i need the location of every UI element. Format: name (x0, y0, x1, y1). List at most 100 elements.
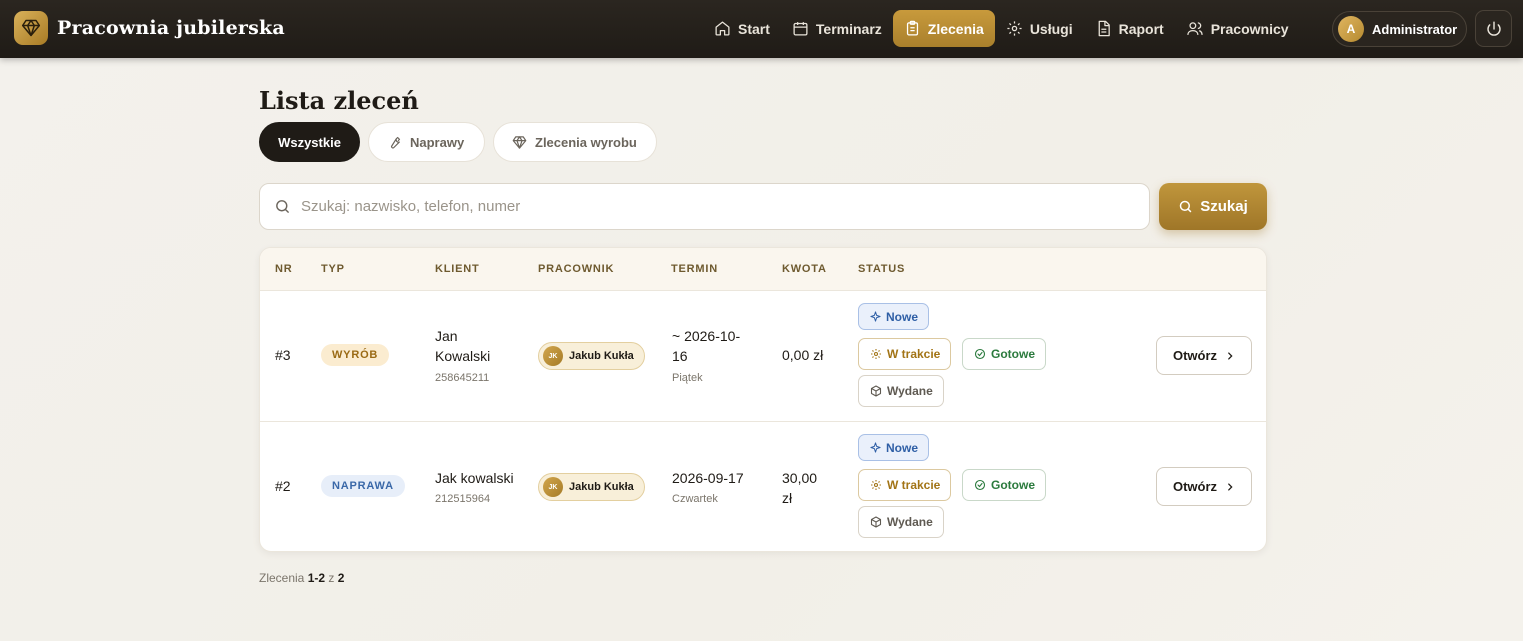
gear-icon (1007, 21, 1022, 36)
nav-terminarz[interactable]: Terminarz (781, 10, 893, 47)
footer-prefix: Zlecenia (259, 571, 305, 585)
status-done-button[interactable]: Gotowe (962, 469, 1046, 501)
client-phone: 258645211 (435, 372, 490, 384)
col-type: TYP (321, 263, 345, 275)
search-input[interactable] (301, 198, 1101, 215)
pagination-summary: Zlecenia 1-2 z 2 (259, 571, 344, 585)
tab-all[interactable]: Wszystkie (259, 122, 360, 162)
chevron-right-icon (1228, 351, 1233, 360)
status-new-button[interactable]: Nowe (858, 434, 930, 461)
status-new-button[interactable]: Nowe (858, 303, 930, 330)
calendar-icon (793, 22, 808, 36)
status-new-label: Nowe (886, 440, 919, 455)
sparkle-icon (870, 442, 881, 453)
amount: 0,00 zł (782, 347, 824, 363)
diamond-icon (512, 135, 527, 149)
status-new-label: Nowe (886, 309, 919, 324)
worker-avatar: JK (543, 477, 563, 497)
col-client: KLIENT (435, 263, 480, 275)
brand[interactable]: Pracownia jubilerska (14, 11, 285, 45)
status-issued-label: Wydane (887, 515, 933, 529)
nav-start[interactable]: Start (703, 10, 781, 47)
open-order-button[interactable]: Otwórz (1156, 467, 1252, 506)
term-cell: ~ 2026-10- 16 Piątek (672, 326, 740, 388)
status-issued-label: Wydane (887, 384, 933, 398)
main-nav: Start Terminarz Zlecenia Usługi Raport P… (703, 10, 1300, 47)
term-day: Czwartek (672, 493, 718, 505)
page-title: Lista zleceń (259, 86, 419, 115)
sparkle-icon (870, 311, 881, 322)
worker-avatar: JK (543, 346, 563, 366)
footer-of: z (328, 571, 335, 585)
nav-zlecenia-label: Zlecenia (927, 20, 984, 37)
user-menu[interactable]: A Administrator (1332, 11, 1467, 47)
gear-icon (871, 349, 881, 359)
tab-all-label: Wszystkie (278, 134, 341, 150)
open-order-button[interactable]: Otwórz (1156, 336, 1252, 375)
nav-raport[interactable]: Raport (1084, 10, 1175, 47)
user-name: Administrator (1372, 21, 1458, 37)
status-issued-button[interactable]: Wydane (858, 375, 944, 407)
wrench-icon (391, 136, 401, 148)
nav-uslugi[interactable]: Usługi (995, 10, 1084, 47)
status-issued-button[interactable]: Wydane (858, 506, 944, 538)
check-circle-icon (974, 348, 986, 360)
col-nr: NR (275, 263, 293, 275)
nav-pracownicy[interactable]: Pracownicy (1175, 10, 1300, 47)
client-name-2: Kowalski (435, 348, 491, 364)
worker-chip: JK Jakub Kukła (538, 342, 645, 370)
amount-currency: zł (782, 490, 793, 506)
box-icon (870, 516, 882, 528)
worker-chip: JK Jakub Kukła (538, 473, 645, 501)
col-status: STATUS (858, 263, 906, 275)
app-title: Pracownia jubilerska (57, 17, 285, 39)
term-day: Piątek (672, 372, 703, 384)
table-header: NR TYP KLIENT PRACOWNIK TERMIN KWOTA STA… (260, 248, 1266, 291)
search-button[interactable]: Szukaj (1159, 183, 1267, 230)
type-badge: WYRÓB (321, 344, 390, 366)
client-name: Jak kowalski (435, 470, 514, 486)
top-bar: Pracownia jubilerska Start Terminarz Zle… (0, 0, 1523, 58)
type-badge: NAPRAWA (321, 475, 405, 497)
open-order-label: Otwórz (1172, 348, 1218, 363)
amount-cell: 30,00 zł (782, 468, 817, 508)
term-cell: 2026-09-17 Czwartek (672, 468, 744, 509)
order-number: #2 (275, 478, 291, 494)
nav-terminarz-label: Terminarz (815, 20, 882, 37)
power-icon (1486, 21, 1501, 36)
nav-raport-label: Raport (1118, 20, 1164, 37)
table-row: #2 NAPRAWA Jak kowalski 212515964 JK Jak… (260, 422, 1266, 551)
term-date: ~ 2026-10- (672, 328, 741, 344)
footer-total: 2 (337, 571, 345, 585)
tab-repairs[interactable]: Naprawy (368, 122, 485, 162)
client-cell: Jak kowalski 212515964 (435, 468, 514, 509)
status-in-progress-label: W trakcie (887, 478, 941, 492)
gear-icon (871, 480, 881, 490)
chevron-right-icon (1228, 482, 1233, 491)
term-date: 2026-09-17 (672, 470, 744, 486)
col-worker: PRACOWNIK (538, 263, 615, 275)
avatar: A (1338, 16, 1364, 42)
nav-zlecenia[interactable]: Zlecenia (892, 10, 995, 47)
status-in-progress-button[interactable]: W trakcie (858, 469, 952, 501)
worker-name: Jakub Kukła (569, 350, 634, 362)
status-done-button[interactable]: Gotowe (962, 338, 1046, 370)
status-in-progress-button[interactable]: W trakcie (858, 338, 952, 370)
document-icon (1098, 20, 1110, 37)
amount: 30,00 (782, 470, 818, 486)
search-button-label: Szukaj (1200, 198, 1248, 215)
tab-repairs-label: Naprawy (410, 134, 465, 150)
diamond-logo-icon (14, 11, 48, 45)
status-in-progress-label: W trakcie (887, 347, 941, 361)
footer-range: 1-2 (307, 571, 326, 585)
users-icon (1186, 22, 1203, 35)
search-icon (276, 200, 289, 213)
open-order-label: Otwórz (1172, 479, 1218, 494)
table-row: #3 WYRÓB Jan Kowalski 258645211 JK Jakub… (260, 291, 1266, 422)
nav-start-label: Start (738, 20, 770, 37)
tab-custom-orders[interactable]: Zlecenia wyrobu (493, 122, 657, 162)
order-number: #3 (275, 347, 291, 363)
box-icon (870, 385, 882, 397)
term-date-2: 16 (672, 348, 688, 364)
logout-button[interactable] (1475, 10, 1512, 47)
